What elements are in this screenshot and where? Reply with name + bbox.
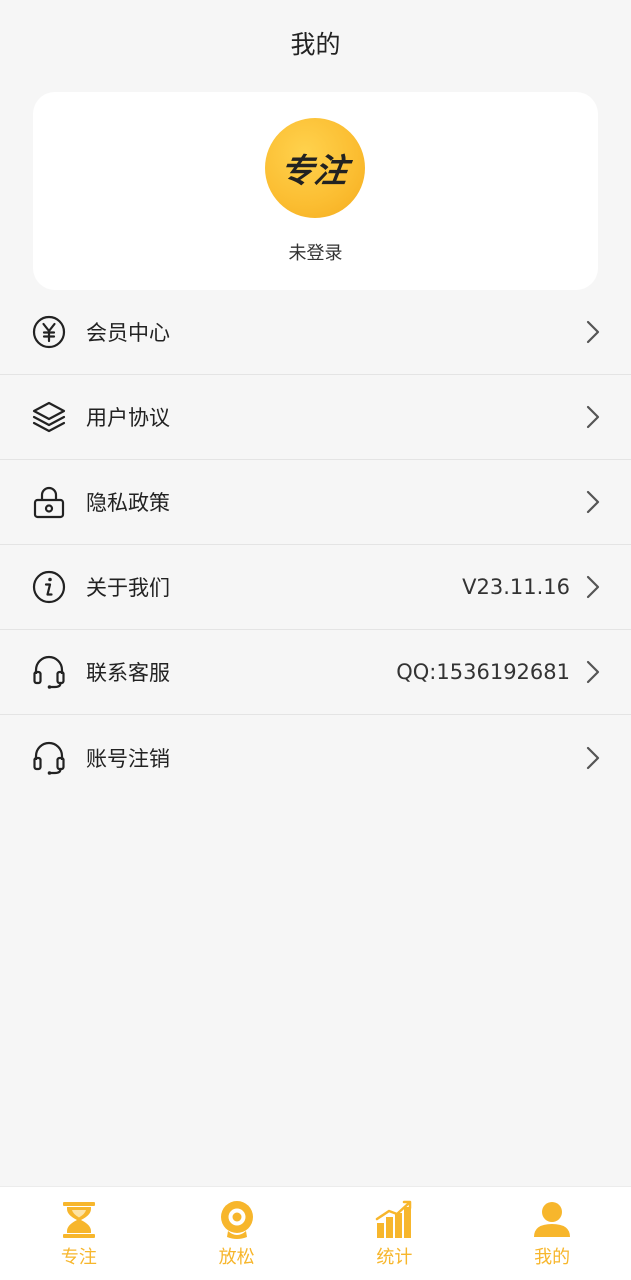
tab-mine[interactable]: 我的 bbox=[473, 1187, 631, 1280]
menu-item-membership-center[interactable]: 会员中心 bbox=[0, 290, 631, 375]
menu-item-privacy-policy[interactable]: 隐私政策 bbox=[0, 460, 631, 545]
hourglass-icon bbox=[62, 1202, 95, 1238]
header: 我的 bbox=[0, 0, 631, 92]
menu-item-label: 隐私政策 bbox=[86, 491, 170, 515]
chevron-right-icon bbox=[586, 660, 600, 684]
tab-label: 专注 bbox=[60, 1247, 97, 1268]
tab-label: 放松 bbox=[218, 1247, 255, 1268]
profile-card[interactable]: 专注 未登录 bbox=[33, 92, 598, 290]
chevron-right-icon bbox=[586, 490, 600, 514]
menu-item-label: 会员中心 bbox=[86, 321, 170, 345]
app-version: V23.11.16 bbox=[462, 575, 570, 599]
menu-item-label: 关于我们 bbox=[86, 576, 170, 600]
tab-relax[interactable]: 放松 bbox=[158, 1187, 316, 1280]
menu-item-about-us[interactable]: 关于我们 V23.11.16 bbox=[0, 545, 631, 630]
chevron-right-icon bbox=[586, 320, 600, 344]
avatar-logo-text: 专注 bbox=[277, 151, 352, 190]
tab-label: 统计 bbox=[376, 1247, 413, 1268]
chevron-right-icon bbox=[586, 575, 600, 599]
menu-item-label: 用户协议 bbox=[86, 406, 170, 430]
tab-statistics[interactable]: 统计 bbox=[316, 1187, 474, 1280]
bar-chart-icon bbox=[376, 1200, 412, 1238]
user-icon bbox=[534, 1202, 571, 1237]
webcam-icon bbox=[220, 1201, 253, 1239]
avatar[interactable]: 专注 bbox=[265, 118, 365, 218]
tab-focus[interactable]: 专注 bbox=[0, 1187, 158, 1280]
bottom-tab-bar: 专注 放松 统计 我的 bbox=[0, 1186, 631, 1280]
tab-label: 我的 bbox=[534, 1247, 571, 1268]
menu-item-delete-account[interactable]: 账号注销 bbox=[0, 715, 631, 800]
profile-page: 我的 专注 未登录 会员中心 用户协议 隐私政策 关于我们 V23.11.16 … bbox=[0, 0, 631, 1280]
yen-circle-icon bbox=[32, 315, 66, 349]
support-qq-number: QQ:1536192681 bbox=[396, 660, 570, 684]
headset-icon bbox=[33, 655, 65, 689]
menu-item-contact-support[interactable]: 联系客服 QQ:1536192681 bbox=[0, 630, 631, 715]
login-status[interactable]: 未登录 bbox=[33, 239, 598, 265]
layers-icon bbox=[32, 401, 66, 433]
lock-icon bbox=[33, 486, 65, 519]
settings-menu: 会员中心 用户协议 隐私政策 关于我们 V23.11.16 联系客服 QQ:15… bbox=[0, 290, 631, 800]
menu-item-label: 账号注销 bbox=[86, 746, 170, 771]
menu-item-label: 联系客服 bbox=[86, 661, 170, 685]
chevron-right-icon bbox=[586, 405, 600, 429]
page-title: 我的 bbox=[290, 30, 341, 59]
menu-item-user-agreement[interactable]: 用户协议 bbox=[0, 375, 631, 460]
chevron-right-icon bbox=[586, 746, 600, 769]
info-circle-icon bbox=[32, 570, 66, 604]
headset-icon bbox=[33, 741, 65, 775]
